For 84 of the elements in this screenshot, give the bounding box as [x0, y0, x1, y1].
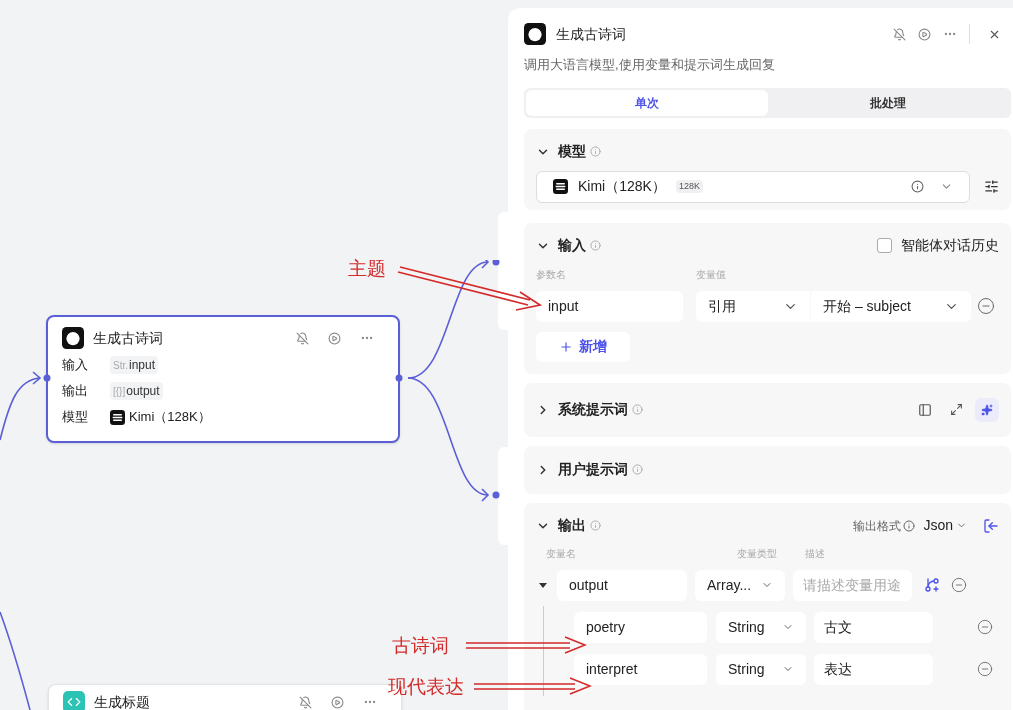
info-icon: [590, 520, 601, 531]
input-field[interactable]: input: [536, 290, 683, 322]
code-logo-icon: [63, 691, 85, 710]
annotation-label: 主题: [348, 257, 386, 281]
model-select[interactable]: Kimi（128K） 128K: [536, 170, 970, 203]
section-title: 用户提示词: [558, 460, 628, 479]
section-title: 系统提示词: [558, 400, 628, 419]
model-logo-icon: [110, 409, 125, 425]
annotation-label: 古诗词: [392, 634, 449, 658]
variable-select[interactable]: 开始 – subject: [811, 290, 971, 322]
column-header: 变量值: [696, 267, 726, 282]
node-card[interactable]: [498, 212, 508, 330]
panel-description: 调用大语言模型,使用变量和提示词生成回复: [524, 56, 776, 74]
type-select[interactable]: String: [716, 653, 806, 685]
connector-edge: [0, 371, 41, 441]
checkbox-label: 智能体对话历史: [901, 236, 999, 255]
row-label: 输出: [62, 382, 89, 401]
column-header: 变量名: [546, 546, 577, 561]
model-name: Kimi（128K）: [129, 408, 211, 427]
input-field[interactable]: interpret: [574, 653, 707, 685]
format-label: 输出格式: [853, 517, 902, 535]
info-icon: [632, 404, 643, 415]
description-field[interactable]: 古文: [814, 611, 933, 643]
section-title: 模型: [558, 142, 586, 161]
type-select[interactable]: Array...: [695, 569, 785, 601]
tab[interactable]: 批处理: [767, 89, 1009, 116]
collapse-icon[interactable]: [538, 580, 548, 590]
info-icon: [590, 240, 601, 251]
source-select[interactable]: 引用: [696, 290, 810, 322]
ai-assist-button[interactable]: [975, 397, 999, 422]
mute-icon[interactable]: [299, 695, 312, 709]
panel-title: 生成古诗词: [556, 24, 627, 44]
expand-view-icon[interactable]: [950, 403, 963, 416]
column-header: 参数名: [536, 267, 567, 282]
section-title: 输入: [558, 236, 586, 255]
node-card[interactable]: [498, 447, 508, 545]
remove-icon[interactable]: [977, 297, 995, 315]
description-field[interactable]: 表达: [814, 653, 933, 685]
import-icon[interactable]: [983, 517, 999, 534]
row-label: 输入: [62, 356, 89, 375]
model-name: Kimi（128K）: [578, 177, 666, 196]
run-icon[interactable]: [331, 695, 344, 709]
template-icon[interactable]: [918, 402, 932, 417]
remove-icon[interactable]: [977, 619, 993, 635]
port-dot[interactable]: [395, 374, 403, 382]
settings-icon[interactable]: [984, 179, 999, 194]
variable-name: input: [129, 357, 156, 374]
input-field[interactable]: output: [557, 569, 687, 601]
description-field[interactable]: 请描述变量用途: [793, 569, 912, 601]
run-icon[interactable]: [918, 27, 931, 41]
info-icon: [590, 146, 601, 157]
variable-name: output: [126, 383, 160, 400]
node-card[interactable]: 生成古诗词 输入 Str.input 输出 [{}]output 模型 Kimi（128K）: [46, 315, 400, 443]
port-dot[interactable]: [43, 374, 51, 382]
column-header: 描述: [805, 546, 825, 561]
context-badge: 128K: [675, 179, 703, 194]
run-icon[interactable]: [328, 331, 341, 345]
mute-icon[interactable]: [893, 27, 906, 41]
mute-icon[interactable]: [296, 331, 309, 345]
port-dot[interactable]: [492, 491, 500, 499]
bot-logo-icon: [62, 327, 84, 349]
checkbox[interactable]: [877, 238, 892, 253]
model-logo-icon: [553, 179, 568, 194]
plus-icon: [559, 339, 573, 354]
remove-icon[interactable]: [977, 661, 993, 677]
info-icon: [903, 519, 916, 532]
type-label: Str.: [113, 358, 128, 373]
info-icon[interactable]: [911, 180, 924, 193]
type-select[interactable]: String: [716, 611, 806, 643]
remove-icon[interactable]: [951, 577, 967, 593]
bot-logo-icon: [524, 23, 546, 45]
node-title: 生成古诗词: [93, 328, 164, 348]
sparkle-icon: [981, 403, 993, 416]
column-header: 变量类型: [737, 546, 778, 561]
tab[interactable]: 单次: [526, 89, 768, 116]
format-select[interactable]: Json: [923, 515, 967, 536]
row-label: 模型: [62, 408, 89, 427]
type-label: [{}]: [113, 384, 126, 399]
input-field[interactable]: poetry: [574, 611, 707, 643]
node-title: 生成标题: [94, 692, 151, 710]
section-title: 输出: [558, 516, 586, 535]
add-child-icon[interactable]: [924, 577, 940, 593]
info-icon: [632, 464, 643, 475]
add-button[interactable]: 新增: [536, 331, 630, 362]
